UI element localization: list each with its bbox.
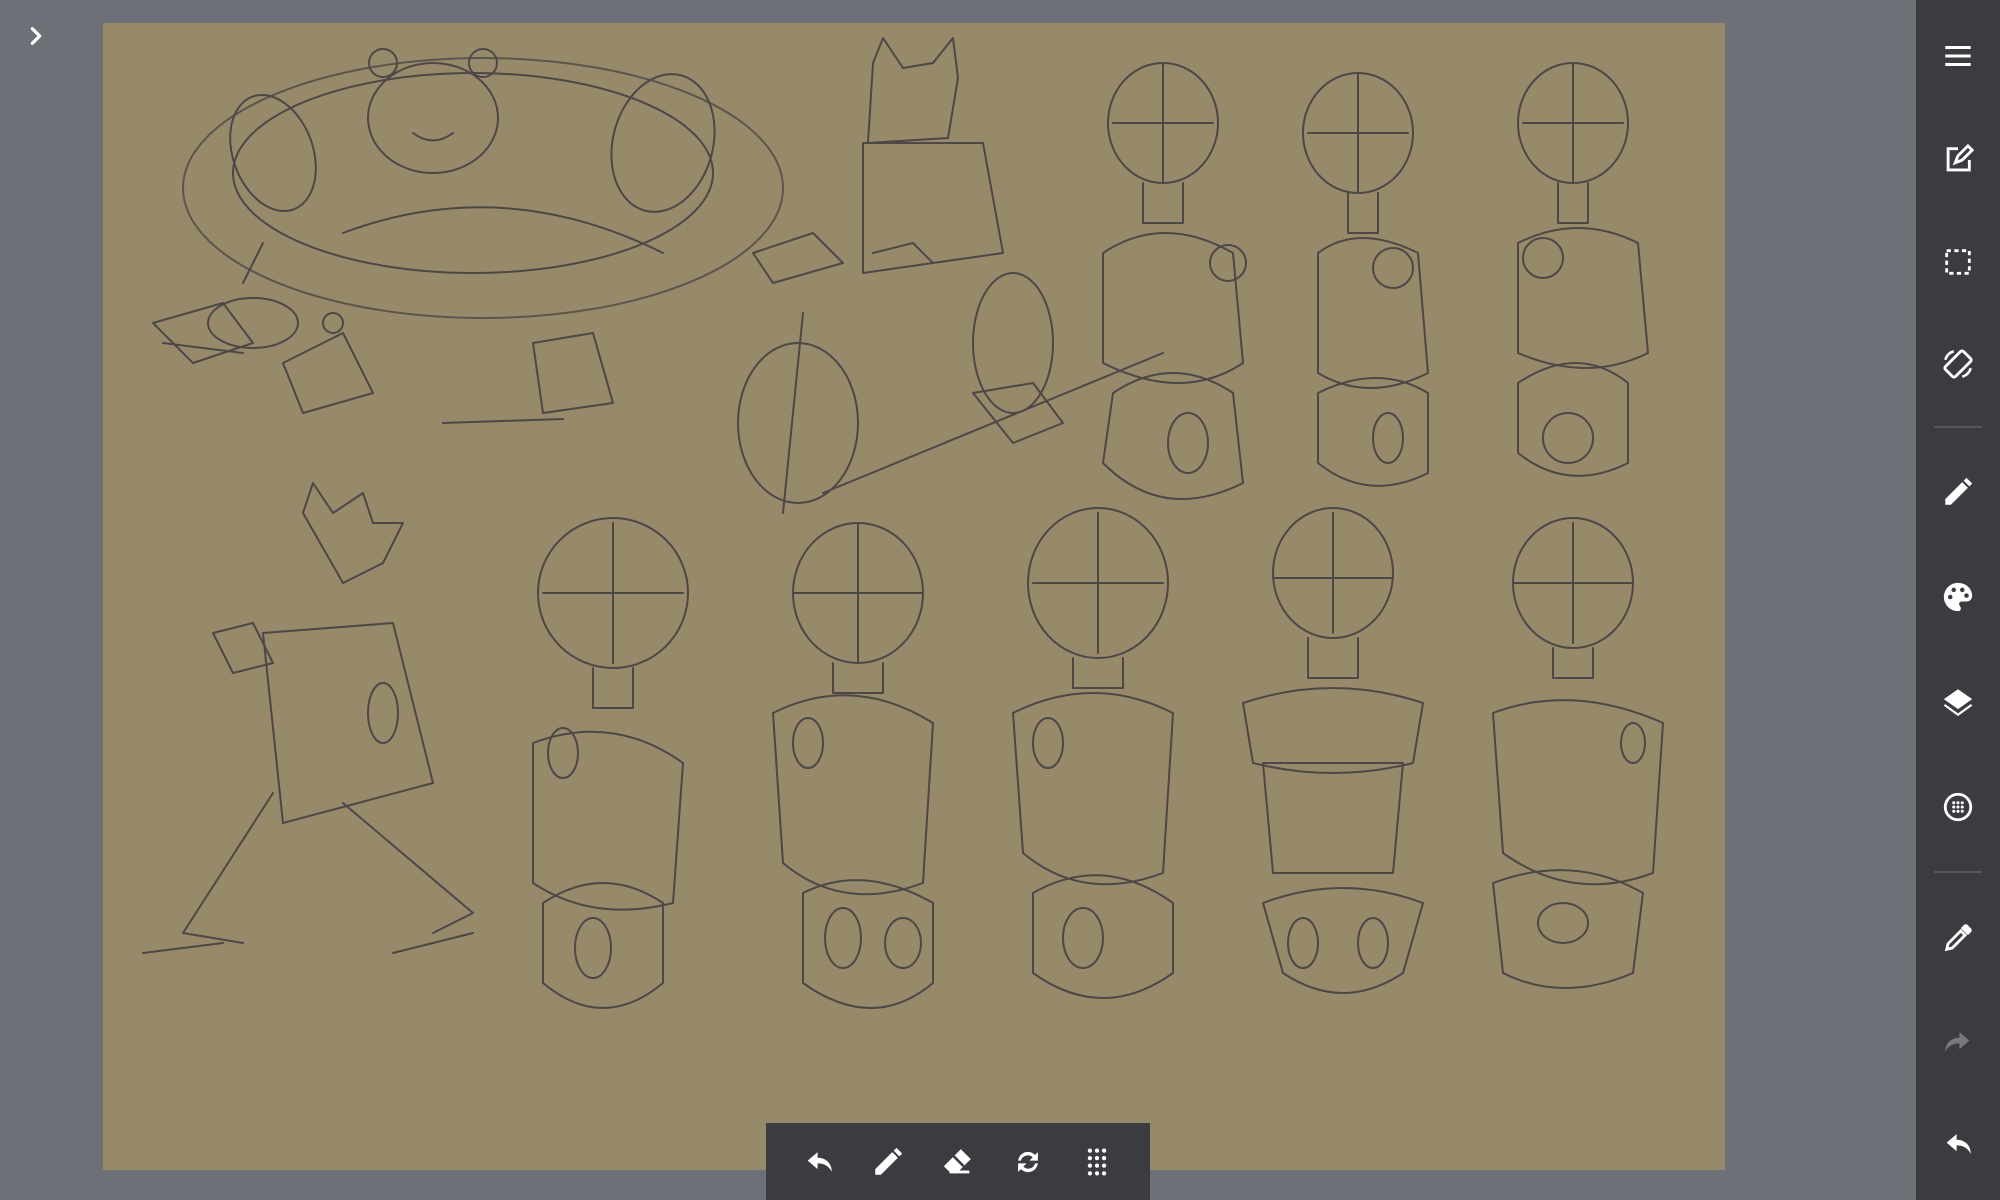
sketch-robots-top-row	[1102, 62, 1649, 500]
drawing-app	[0, 0, 2000, 1200]
bottom-toolbar	[766, 1123, 1150, 1200]
eyedropper-icon	[1944, 924, 1972, 952]
rotate-screen-icon	[1943, 349, 1973, 379]
bottom-grid-button[interactable]	[1069, 1134, 1125, 1190]
eraser-icon	[943, 1148, 971, 1173]
rotate-screen-button[interactable]	[1916, 328, 2000, 400]
selection-icon	[1945, 249, 1971, 275]
sketch-figures-bottom-row	[142, 482, 1664, 1009]
texture-button[interactable]	[1916, 771, 2000, 843]
layers-icon	[1943, 689, 1973, 717]
redo-icon	[1945, 1032, 1970, 1052]
bottom-pencil-button[interactable]	[860, 1134, 916, 1190]
pencil-tool-button[interactable]	[1916, 456, 2000, 528]
palette-button[interactable]	[1916, 561, 2000, 633]
palette-icon	[1943, 582, 1973, 612]
grid-dots-icon	[1087, 1148, 1107, 1175]
texture-icon	[1943, 792, 1973, 822]
eyedropper-button[interactable]	[1916, 902, 2000, 974]
edit-document-button[interactable]	[1916, 124, 2000, 196]
drawing-canvas[interactable]	[103, 23, 1725, 1170]
sketch-bear-mech	[152, 48, 784, 424]
sketch-cat-rider	[737, 37, 1164, 514]
toolbar-divider	[1934, 871, 1982, 873]
undo-icon	[1946, 1134, 1971, 1154]
expand-panel-button[interactable]	[16, 18, 56, 54]
bottom-eraser-button[interactable]	[930, 1134, 986, 1190]
layers-button[interactable]	[1916, 666, 2000, 738]
right-toolbar	[1916, 0, 2000, 1200]
undo-icon	[807, 1151, 832, 1172]
undo-button[interactable]	[1916, 1108, 2000, 1180]
bottom-undo-button[interactable]	[791, 1134, 847, 1190]
menu-icon	[1945, 45, 1971, 67]
chevron-right-icon	[30, 27, 42, 45]
redo-button[interactable]	[1916, 1006, 2000, 1078]
edit-document-icon	[1946, 143, 1975, 172]
pencil-icon	[875, 1147, 903, 1175]
toolbar-divider	[1934, 426, 1982, 428]
pencil-icon	[1945, 477, 1973, 505]
swap-icon	[1017, 1151, 1038, 1172]
sketch-artwork	[142, 37, 1664, 1009]
bottom-swap-button[interactable]	[1000, 1134, 1056, 1190]
menu-button[interactable]	[1916, 20, 2000, 92]
selection-button[interactable]	[1916, 226, 2000, 298]
